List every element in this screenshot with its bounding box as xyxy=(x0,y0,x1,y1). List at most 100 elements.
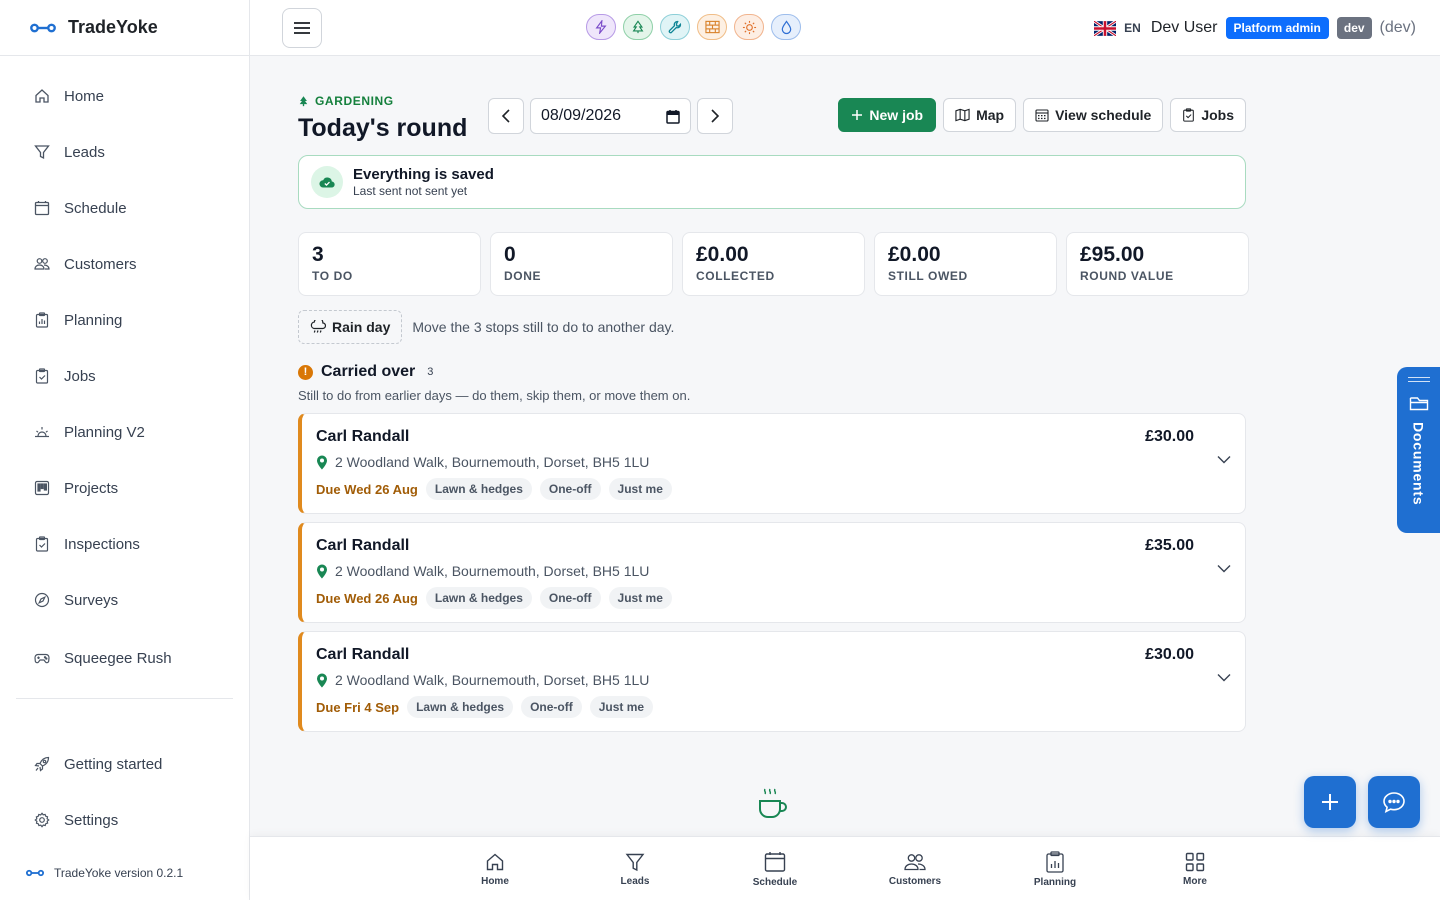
cloud-check-icon xyxy=(311,166,343,198)
documents-drawer-tab[interactable]: Documents xyxy=(1397,367,1440,533)
clipboard-check-icon xyxy=(34,536,50,552)
trade-gardening-button[interactable] xyxy=(623,14,653,40)
tab-more[interactable]: More xyxy=(1150,837,1240,900)
sidebar-item-label: Squeegee Rush xyxy=(64,649,172,667)
sidebar-item-planning-v2[interactable]: Planning V2 xyxy=(16,404,233,460)
page-actions: New job Map View schedule Jobs xyxy=(838,98,1246,132)
jobs-button[interactable]: Jobs xyxy=(1170,98,1246,132)
new-job-button[interactable]: New job xyxy=(838,98,937,132)
sidebar-item-settings[interactable]: Settings xyxy=(16,792,233,848)
calendar-icon xyxy=(34,200,50,216)
uk-flag-icon[interactable] xyxy=(1094,20,1117,36)
calendar-icon[interactable] xyxy=(666,109,680,124)
tab-label: Planning xyxy=(1033,876,1077,888)
stat-label: DONE xyxy=(504,269,542,283)
folder-icon xyxy=(1409,396,1429,412)
bottom-tab-bar: Home Leads Schedule Customers Planning M… xyxy=(250,836,1440,900)
date-value: 08/09/2026 xyxy=(541,107,622,124)
job-customer: Carl Randall xyxy=(316,428,410,445)
sidebar-item-label: Getting started xyxy=(64,755,163,773)
chevron-down-icon[interactable] xyxy=(1217,564,1231,573)
sidebar-item-planning[interactable]: Planning xyxy=(16,292,233,348)
map-button[interactable]: Map xyxy=(943,98,1017,132)
map-label: Map xyxy=(976,107,1005,123)
plus-icon xyxy=(1321,793,1339,811)
trade-cleaning-button[interactable] xyxy=(771,14,801,40)
stat-card-done: 0 DONE xyxy=(490,232,673,296)
save-status-title: Everything is saved xyxy=(353,166,494,183)
rain-day-description: Move the 3 stops still to do to another … xyxy=(412,319,675,335)
tab-schedule[interactable]: Schedule xyxy=(730,837,820,900)
map-pin-icon xyxy=(316,564,328,579)
sun-icon xyxy=(742,20,757,35)
trade-electrical-button[interactable] xyxy=(586,14,616,40)
language-code[interactable]: EN xyxy=(1124,21,1141,35)
grid-icon xyxy=(1185,852,1205,872)
tab-planning[interactable]: Planning xyxy=(1010,837,1100,900)
job-card[interactable]: Carl Randall £35.00 2 Woodland Walk, Bou… xyxy=(298,522,1246,623)
job-price: £30.00 xyxy=(1145,646,1194,663)
sidebar-item-label: Inspections xyxy=(64,535,140,553)
sidebar-item-customers[interactable]: Customers xyxy=(16,236,233,292)
app-name: TradeYoke xyxy=(68,17,158,37)
chevron-down-icon[interactable] xyxy=(1217,455,1231,464)
new-job-label: New job xyxy=(869,107,924,123)
user-name[interactable]: Dev User xyxy=(1151,19,1218,37)
date-navigator: 08/09/2026 xyxy=(488,98,733,134)
previous-day-button[interactable] xyxy=(488,98,524,134)
sidebar-item-home[interactable]: Home xyxy=(16,68,233,124)
cloud-rain-icon xyxy=(310,320,326,334)
job-tag: Just me xyxy=(608,478,672,500)
stat-card-to-do: 3 TO DO xyxy=(298,232,481,296)
sidebar-item-squeegee-rush[interactable]: Squeegee Rush xyxy=(16,630,233,686)
sidebar-item-jobs[interactable]: Jobs xyxy=(16,348,233,404)
job-address-row: 2 Woodland Walk, Bournemouth, Dorset, BH… xyxy=(316,672,1231,688)
job-customer: Carl Randall xyxy=(316,537,410,554)
hamburger-icon xyxy=(293,21,311,35)
job-tag: One-off xyxy=(539,478,601,500)
menu-toggle-button[interactable] xyxy=(282,8,322,48)
stat-label: TO DO xyxy=(312,269,353,283)
job-tag: Just me xyxy=(608,587,672,609)
rocket-icon xyxy=(34,756,50,772)
kanban-icon xyxy=(34,480,50,496)
sidebar-item-surveys[interactable]: Surveys xyxy=(16,572,233,628)
job-meta: Due Fri 4 Sep Lawn & hedges One-off Just… xyxy=(316,696,1231,718)
sidebar-item-inspections[interactable]: Inspections xyxy=(16,516,233,572)
carried-over-title: Carried over xyxy=(321,363,416,380)
tab-customers[interactable]: Customers xyxy=(870,837,960,900)
chat-button[interactable] xyxy=(1368,776,1420,828)
sidebar-item-getting-started[interactable]: Getting started xyxy=(16,736,233,792)
drag-handle-icon[interactable] xyxy=(1407,377,1430,382)
tab-label: Schedule xyxy=(752,876,798,888)
trade-label: GARDENING xyxy=(315,94,394,108)
stat-label: STILL OWED xyxy=(888,269,968,283)
tab-home[interactable]: Home xyxy=(450,837,540,900)
stat-label: COLLECTED xyxy=(696,269,775,283)
stat-card-still-owed: £0.00 STILL OWED xyxy=(874,232,1057,296)
map-pin-icon xyxy=(316,673,328,688)
sidebar-item-schedule[interactable]: Schedule xyxy=(16,180,233,236)
sidebar-item-leads[interactable]: Leads xyxy=(16,124,233,180)
version-text: TradeYoke version 0.2.1 xyxy=(54,866,184,880)
tab-label: Leads xyxy=(620,875,650,887)
job-card[interactable]: Carl Randall £30.00 2 Woodland Walk, Bou… xyxy=(298,631,1246,732)
job-card[interactable]: Carl Randall £30.00 2 Woodland Walk, Bou… xyxy=(298,413,1246,514)
view-schedule-button[interactable]: View schedule xyxy=(1023,98,1164,132)
tab-leads[interactable]: Leads xyxy=(590,837,680,900)
job-due-date: Due Wed 26 Aug xyxy=(316,481,418,497)
trade-solar-button[interactable] xyxy=(734,14,764,40)
trade-plumbing-button[interactable] xyxy=(660,14,690,40)
job-tag: One-off xyxy=(539,587,601,609)
chevron-down-icon[interactable] xyxy=(1217,673,1231,682)
sidebar-item-projects[interactable]: Projects xyxy=(16,460,233,516)
quick-add-button[interactable] xyxy=(1304,776,1356,828)
rain-day-button[interactable]: Rain day xyxy=(298,310,403,344)
brand[interactable]: TradeYoke xyxy=(0,0,249,56)
trade-building-button[interactable] xyxy=(697,14,727,40)
date-input[interactable]: 08/09/2026 xyxy=(530,98,691,134)
sidebar-item-label: Settings xyxy=(64,811,119,829)
next-day-button[interactable] xyxy=(697,98,733,134)
stat-value: £0.00 xyxy=(696,243,749,266)
sidebar-item-label: Schedule xyxy=(64,199,127,217)
